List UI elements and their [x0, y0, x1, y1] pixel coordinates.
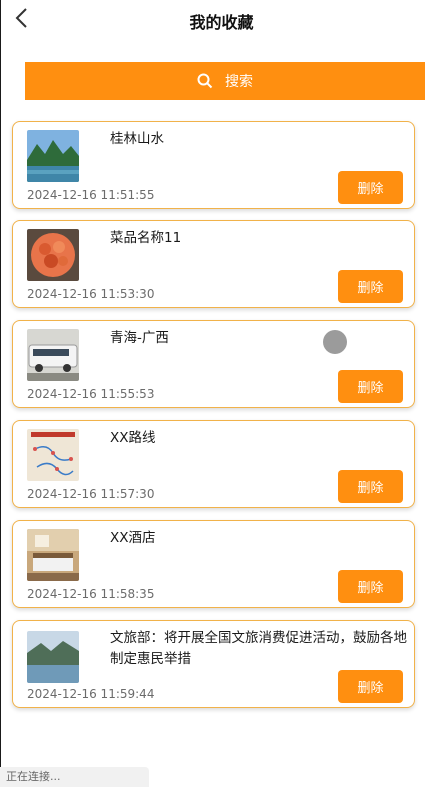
item-name: 青海-广西	[110, 330, 169, 346]
search-icon	[197, 73, 213, 89]
search-label: 搜索	[225, 74, 253, 90]
item-name: XX酒店	[110, 530, 156, 546]
status-bar: 正在连接...	[0, 767, 149, 787]
item-time: 2024-12-16 11:58:35	[27, 587, 155, 601]
landscape-photo	[27, 130, 79, 182]
page-title: 我的收藏	[189, 13, 254, 32]
delete-button[interactable]: 删除	[338, 570, 403, 603]
delete-button[interactable]: 删除	[338, 670, 403, 703]
item-name: XX路线	[110, 430, 156, 446]
item-time: 2024-12-16 11:55:53	[27, 387, 155, 401]
touch-indicator	[323, 330, 347, 354]
favorite-item[interactable]: 桂林山水 2024-12-16 11:51:55 删除	[12, 121, 415, 209]
hotel-room-photo	[27, 529, 79, 581]
route-map-photo	[27, 429, 79, 481]
item-name: 桂林山水	[110, 131, 164, 147]
favorite-item[interactable]: 菜品名称11 2024-12-16 11:53:30 删除	[12, 220, 415, 308]
bus-photo	[27, 329, 79, 381]
delete-button[interactable]: 删除	[338, 470, 403, 503]
frame-edge	[0, 0, 1, 787]
favorite-item[interactable]: XX路线 2024-12-16 11:57:30 删除	[12, 420, 415, 508]
dish-photo	[27, 229, 79, 281]
item-time: 2024-12-16 11:53:30	[27, 287, 155, 301]
delete-button[interactable]: 删除	[338, 270, 403, 303]
item-time: 2024-12-16 11:51:55	[27, 188, 155, 202]
lake-landscape-photo	[27, 631, 79, 683]
item-time: 2024-12-16 11:57:30	[27, 487, 155, 501]
delete-button[interactable]: 删除	[338, 171, 403, 204]
favorite-item[interactable]: 青海-广西 2024-12-16 11:55:53 删除	[12, 320, 415, 408]
header: 我的收藏	[0, 0, 443, 40]
item-time: 2024-12-16 11:59:44	[27, 687, 155, 701]
item-name: 文旅部：将开展全国文旅消费促进活动，鼓励各地制定惠民举措	[110, 630, 407, 667]
delete-button[interactable]: 删除	[338, 370, 403, 403]
favorite-item[interactable]: 文旅部：将开展全国文旅消费促进活动，鼓励各地制定惠民举措 2024-12-16 …	[12, 620, 415, 708]
item-name: 菜品名称11	[110, 230, 182, 246]
favorite-item[interactable]: XX酒店 2024-12-16 11:58:35 删除	[12, 520, 415, 608]
search-button[interactable]: 搜索	[25, 62, 425, 100]
